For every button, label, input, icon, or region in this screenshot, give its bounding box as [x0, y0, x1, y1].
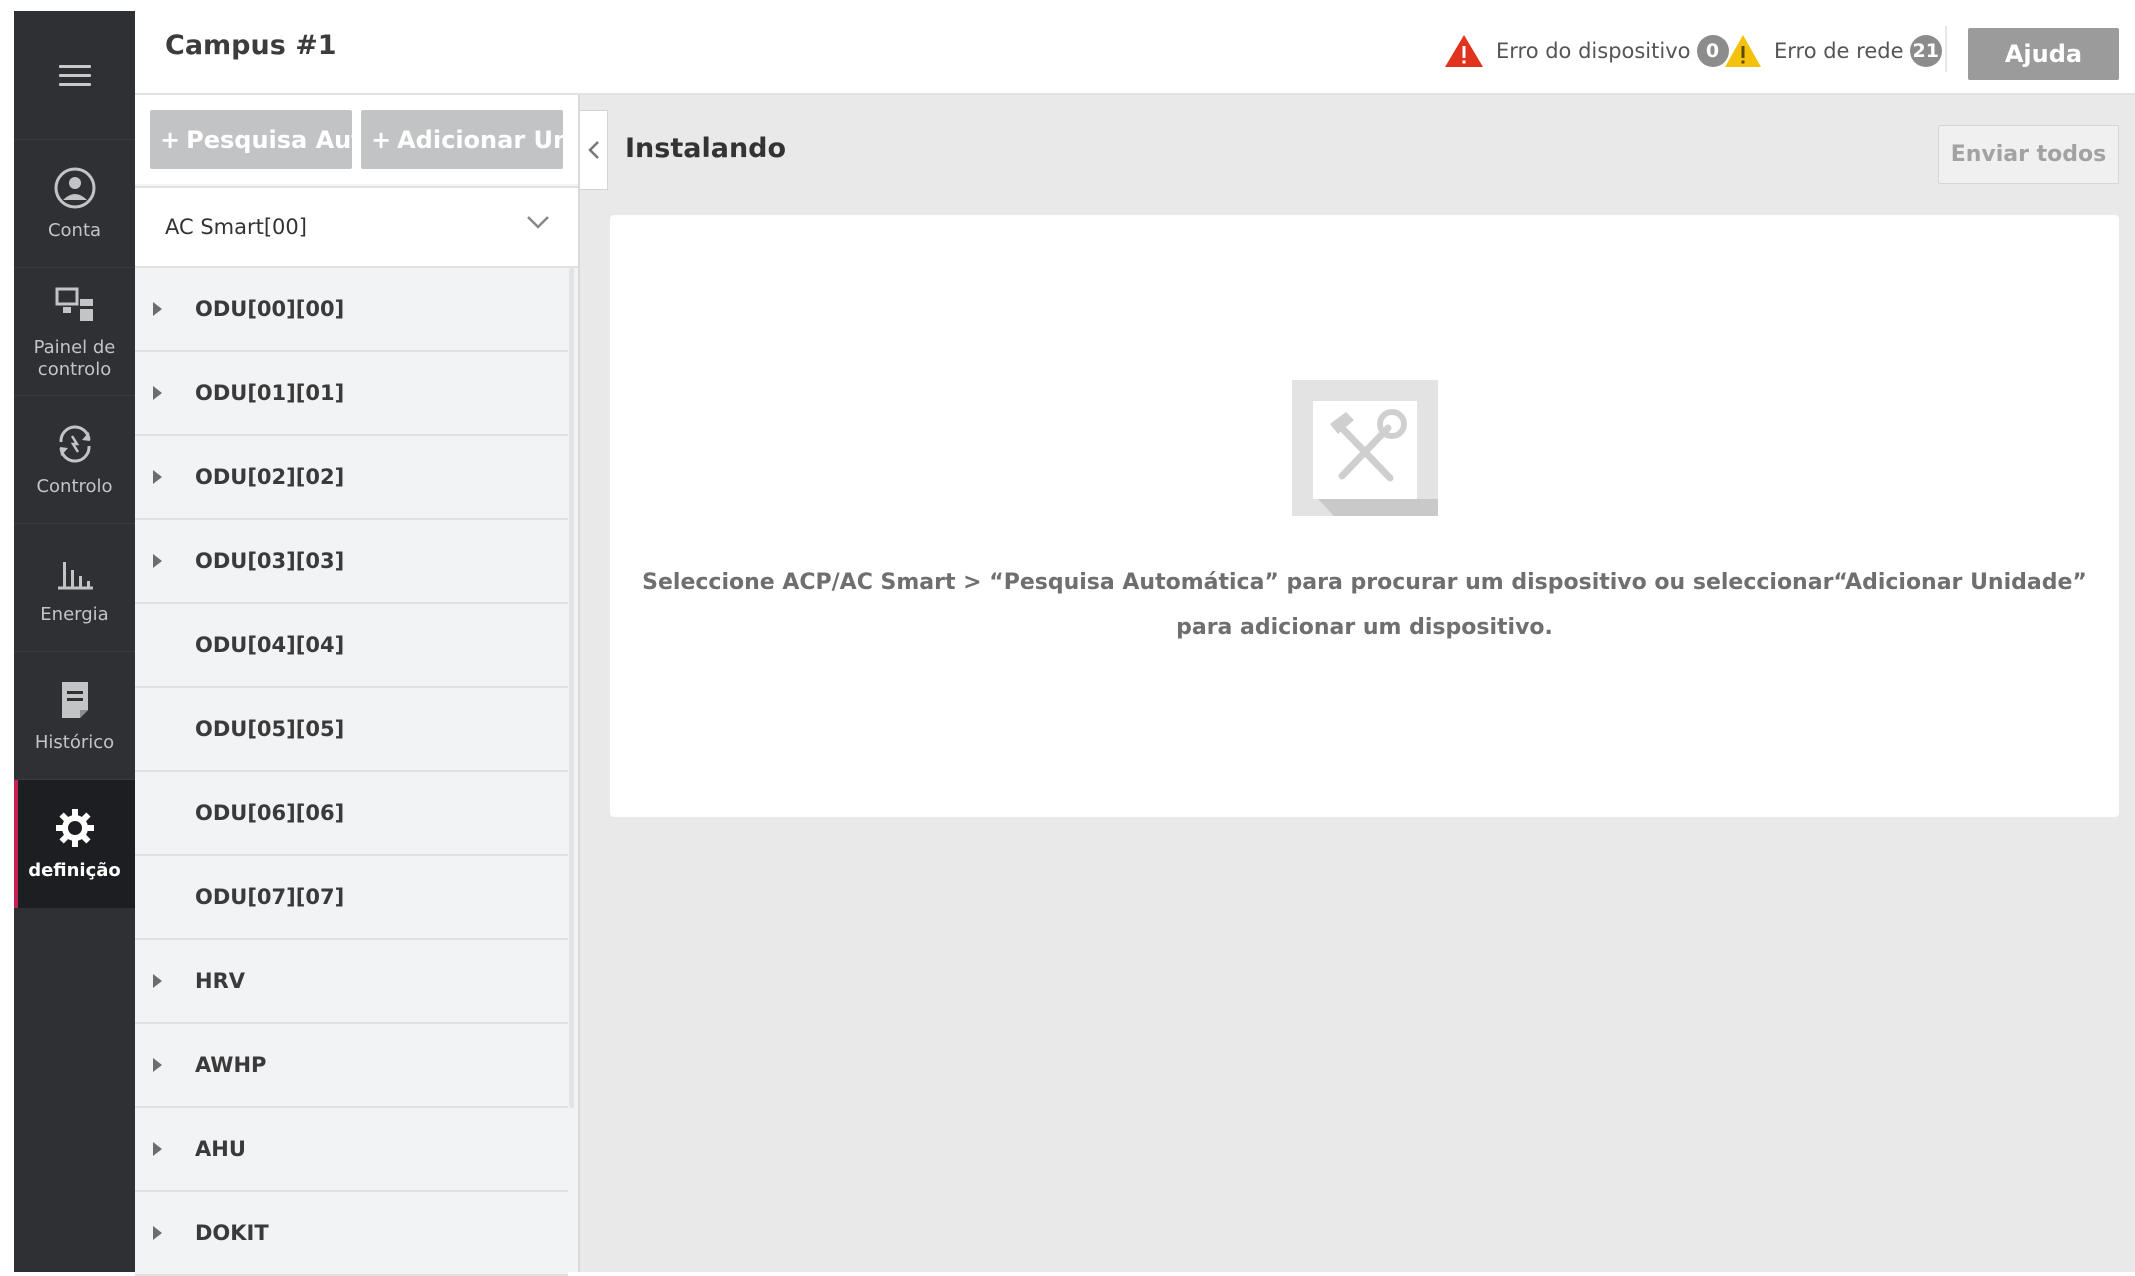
- network-error-count-badge: 21: [1909, 35, 1942, 67]
- tree-row-label: ODU[05][05]: [195, 717, 345, 741]
- tree-row[interactable]: ODU[05][05]: [135, 688, 568, 772]
- sidebar-item-settings[interactable]: definição: [14, 779, 135, 908]
- tree-row[interactable]: ODU[06][06]: [135, 772, 568, 856]
- tree-row-label: AHU: [195, 1137, 246, 1161]
- expand-arrow-icon[interactable]: [153, 554, 162, 568]
- tree-row-label: ODU[00][00]: [195, 297, 345, 321]
- page-title: Campus #1: [165, 30, 337, 61]
- energy-chart-icon: [57, 561, 93, 590]
- chevron-left-icon: [587, 141, 599, 159]
- sidebar-item-label: Controlo: [36, 475, 113, 497]
- expand-arrow-icon[interactable]: [153, 386, 162, 400]
- add-unit-label: Adicionar Uni···: [397, 125, 563, 154]
- network-error-status[interactable]: Erro de rede 21: [1724, 34, 1942, 68]
- plus-icon: +: [371, 125, 392, 154]
- gear-icon: [55, 808, 94, 847]
- sidebar-item-label: Conta: [47, 219, 102, 241]
- sidebar-item-label: Histórico: [34, 731, 115, 753]
- add-unit-button[interactable]: +Adicionar Uni···: [361, 110, 563, 169]
- account-icon: [54, 167, 95, 209]
- send-all-button[interactable]: Enviar todos: [1938, 125, 2119, 184]
- top-header: Campus #1 Erro do dispositivo 0 Erro de …: [135, 0, 2135, 95]
- collapse-panel-button[interactable]: [580, 110, 608, 190]
- dashboard-icon: [55, 287, 93, 321]
- empty-message-line2: para adicionar um dispositivo.: [1176, 615, 1553, 640]
- sidebar-item-label: Energia: [40, 603, 109, 625]
- tree-row-label: ODU[06][06]: [195, 801, 345, 825]
- tree-row-label: ODU[03][03]: [195, 549, 345, 573]
- help-button[interactable]: Ajuda: [1968, 28, 2119, 80]
- expand-arrow-icon[interactable]: [153, 974, 162, 988]
- content-title: Instalando: [625, 133, 787, 164]
- error-triangle-icon: [1445, 35, 1483, 67]
- tree-row-label: AWHP: [195, 1053, 267, 1077]
- sidebar-item-history[interactable]: Histórico: [14, 651, 135, 780]
- tree-row[interactable]: ODU[01][01]: [135, 352, 568, 436]
- sidebar-item-label: definição: [28, 859, 121, 881]
- auto-search-label: Pesquisa Aut···: [186, 125, 352, 154]
- tree-root-label: AC Smart[00]: [165, 215, 307, 239]
- hamburger-icon: [58, 59, 91, 92]
- sidebar-item-label: Painel de controlo: [33, 336, 116, 381]
- expand-arrow-icon[interactable]: [153, 1226, 162, 1240]
- tree-row-label: ODU[07][07]: [195, 885, 345, 909]
- tree-row[interactable]: AWHP: [135, 1024, 568, 1108]
- tree-toolbar: +Pesquisa Aut··· +Adicionar Uni···: [135, 95, 578, 184]
- auto-search-button[interactable]: +Pesquisa Aut···: [150, 110, 352, 169]
- sidebar-nav: Conta Painel de controlo Controlo Energi…: [14, 11, 135, 1272]
- device-tree-panel: +Pesquisa Aut··· +Adicionar Uni··· AC Sm…: [135, 95, 580, 1276]
- network-error-label: Erro de rede: [1774, 39, 1904, 63]
- tree-row-label: ODU[01][01]: [195, 381, 345, 405]
- sidebar-item-control[interactable]: Controlo: [14, 395, 135, 524]
- tree-row[interactable]: AHU: [135, 1108, 568, 1192]
- tree-row[interactable]: HRV: [135, 940, 568, 1024]
- expand-arrow-icon[interactable]: [153, 1058, 162, 1072]
- tree-root-ac-smart[interactable]: AC Smart[00]: [135, 186, 578, 268]
- tree-row[interactable]: ODU[07][07]: [135, 856, 568, 940]
- sidebar-item-account[interactable]: Conta: [14, 139, 135, 268]
- warning-triangle-icon: [1725, 35, 1761, 67]
- tree-row-label: HRV: [195, 969, 245, 993]
- tools-icon: [1292, 380, 1438, 516]
- tree-row-label: DOKIT: [195, 1221, 269, 1245]
- sidebar-item-dashboard[interactable]: Painel de controlo: [14, 267, 135, 396]
- sidebar-item-energy[interactable]: Energia: [14, 523, 135, 652]
- tree-row[interactable]: ODU[04][04]: [135, 604, 568, 688]
- main-content: Instalando Enviar todos Seleccione ACP/A…: [580, 95, 2135, 1272]
- empty-message-line1: Seleccione ACP/AC Smart > “Pesquisa Auto…: [642, 570, 2087, 595]
- empty-state-card: Seleccione ACP/AC Smart > “Pesquisa Auto…: [610, 215, 2119, 817]
- device-error-label: Erro do dispositivo: [1496, 39, 1691, 63]
- tree-row[interactable]: DOKIT: [135, 1192, 568, 1276]
- history-icon: [61, 681, 88, 718]
- tree-row[interactable]: ODU[00][00]: [135, 268, 568, 352]
- tree-row[interactable]: ODU[02][02]: [135, 436, 568, 520]
- tree-row-label: ODU[02][02]: [195, 465, 345, 489]
- empty-state-message: Seleccione ACP/AC Smart > “Pesquisa Auto…: [610, 560, 2119, 650]
- menu-button[interactable]: [14, 11, 135, 139]
- control-icon: [58, 425, 91, 463]
- tree-scrollbar[interactable]: [569, 268, 574, 1108]
- tree-row-label: ODU[04][04]: [195, 633, 345, 657]
- expand-arrow-icon[interactable]: [153, 470, 162, 484]
- header-divider: [1945, 26, 1947, 72]
- device-error-status[interactable]: Erro do dispositivo 0: [1444, 34, 1729, 68]
- plus-icon: +: [160, 125, 181, 154]
- tree-row[interactable]: ODU[03][03]: [135, 520, 568, 604]
- chevron-down-icon: [527, 216, 549, 229]
- expand-arrow-icon[interactable]: [153, 1142, 162, 1156]
- expand-arrow-icon[interactable]: [153, 302, 162, 316]
